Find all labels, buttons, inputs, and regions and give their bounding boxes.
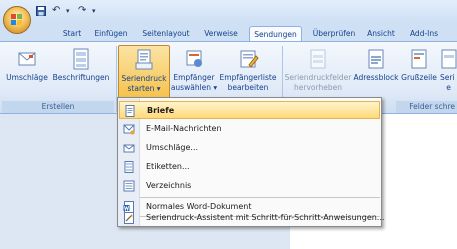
seri-label-line1: Seri	[440, 73, 455, 82]
menu-item-verzeichnis[interactable]: Verzeichnis	[119, 177, 380, 195]
grusszeile-label: Grußzeile	[401, 73, 437, 82]
grusszeile-button[interactable]: Grußzeile	[399, 45, 439, 99]
office-logo-icon	[11, 14, 22, 25]
menu-item-umschlaege[interactable]: Umschläge...	[119, 139, 380, 157]
edit-recipient-list-icon	[240, 50, 259, 68]
customize-quick-access-icon[interactable]: ▾	[92, 4, 100, 18]
start-mail-merge-icon	[135, 49, 153, 70]
seriendruckfeld-einfuegen-button[interactable]: Seri e	[440, 45, 457, 99]
seri-label-line2: e	[446, 82, 451, 92]
save-icon[interactable]	[36, 4, 48, 18]
email-icon	[123, 124, 135, 135]
envelope-icon	[123, 144, 135, 153]
menu-item-label: Seriendruck-Assistent mit Schritt-für-Sc…	[146, 213, 385, 222]
tab-ueberpruefen[interactable]: Überprüfen	[310, 26, 358, 42]
umschlaege-label: Umschläge	[6, 73, 48, 82]
seriendruck-starten-menu: Briefe E-Mail-Nachrichten Umschläge... E…	[117, 97, 384, 227]
tab-add-ins[interactable]: Add-Ins	[404, 26, 444, 42]
menu-item-seriendruck-assistent[interactable]: Seriendruck-Assistent mit Schritt-für-Sc…	[119, 209, 384, 227]
undo-icon[interactable]: ↶	[52, 4, 64, 18]
letter-icon	[125, 105, 135, 117]
word-window: ↶ ▾ ↷ ▾ Start Einfügen Seitenlayout Verw…	[0, 0, 457, 249]
felder-label-line2: hervorheben	[294, 82, 342, 92]
group-label-erstellen: Erstellen	[2, 101, 114, 113]
redo-icon[interactable]: ↷	[78, 4, 90, 18]
seriendruck-label-line2: starten ▾	[127, 83, 161, 93]
tab-start[interactable]: Start	[56, 26, 88, 42]
menu-item-etiketten[interactable]: Etiketten...	[119, 158, 380, 176]
labels-icon	[73, 48, 89, 70]
select-recipients-icon	[186, 50, 202, 67]
umschlaege-button[interactable]: Umschläge	[2, 45, 52, 99]
menu-item-label: Verzeichnis	[146, 181, 192, 190]
menu-item-label: Etiketten...	[146, 162, 190, 171]
office-button[interactable]	[3, 6, 31, 34]
highlight-fields-icon	[310, 49, 326, 69]
seriendruckfelder-hervorheben-button[interactable]: Seriendruckfelder hervorheben	[284, 45, 352, 99]
beschriftungen-button[interactable]: Beschriftungen	[52, 45, 110, 99]
tab-seitenlayout[interactable]: Seitenlayout	[138, 26, 194, 42]
greeting-line-icon	[411, 49, 427, 69]
beschriftungen-label: Beschriftungen	[52, 73, 110, 82]
seriendruck-starten-button[interactable]: Seriendruck starten ▾	[118, 45, 170, 99]
menu-item-label: Briefe	[147, 106, 175, 115]
adressblock-button[interactable]: Adressblock	[353, 45, 399, 99]
labels-icon	[124, 161, 134, 173]
seriendruck-label-line1: Seriendruck	[121, 74, 167, 83]
empfaengerliste-bearbeiten-button[interactable]: Empfängerliste bearbeiten	[218, 45, 278, 99]
empfaengerliste-label-line1: Empfängerliste	[219, 73, 277, 82]
adressblock-label: Adressblock	[353, 73, 399, 82]
envelope-icon	[18, 52, 36, 66]
tab-verweise[interactable]: Verweise	[199, 26, 243, 42]
empfaengerliste-label-line2: bearbeiten	[227, 82, 269, 92]
directory-icon	[123, 180, 135, 192]
felder-label-line1: Seriendruckfelder	[284, 73, 352, 82]
ribbon-tab-row: Start Einfügen Seitenlayout Verweise Sen…	[0, 22, 457, 42]
empfaenger-auswaehlen-button[interactable]: Empfänger auswählen ▾	[170, 45, 218, 99]
menu-item-label: Umschläge...	[146, 143, 199, 152]
menu-item-label: E-Mail-Nachrichten	[146, 124, 222, 133]
empfaenger-label-line2: auswählen ▾	[170, 82, 218, 92]
tab-ansicht[interactable]: Ansicht	[364, 26, 398, 42]
wizard-icon	[124, 212, 134, 224]
group-label-felder: Felder schre	[396, 101, 457, 113]
menu-item-email-nachrichten[interactable]: E-Mail-Nachrichten	[119, 120, 380, 138]
tab-einfuegen[interactable]: Einfügen	[91, 26, 131, 42]
title-bar: ↶ ▾ ↷ ▾	[0, 0, 457, 22]
undo-dropdown-icon[interactable]: ▾	[66, 4, 72, 18]
insert-merge-field-icon	[441, 49, 457, 69]
menu-item-briefe[interactable]: Briefe	[119, 101, 380, 119]
tab-sendungen[interactable]: Sendungen	[249, 26, 302, 42]
empfaenger-label-line1: Empfänger	[173, 73, 215, 82]
address-block-icon	[368, 49, 384, 69]
